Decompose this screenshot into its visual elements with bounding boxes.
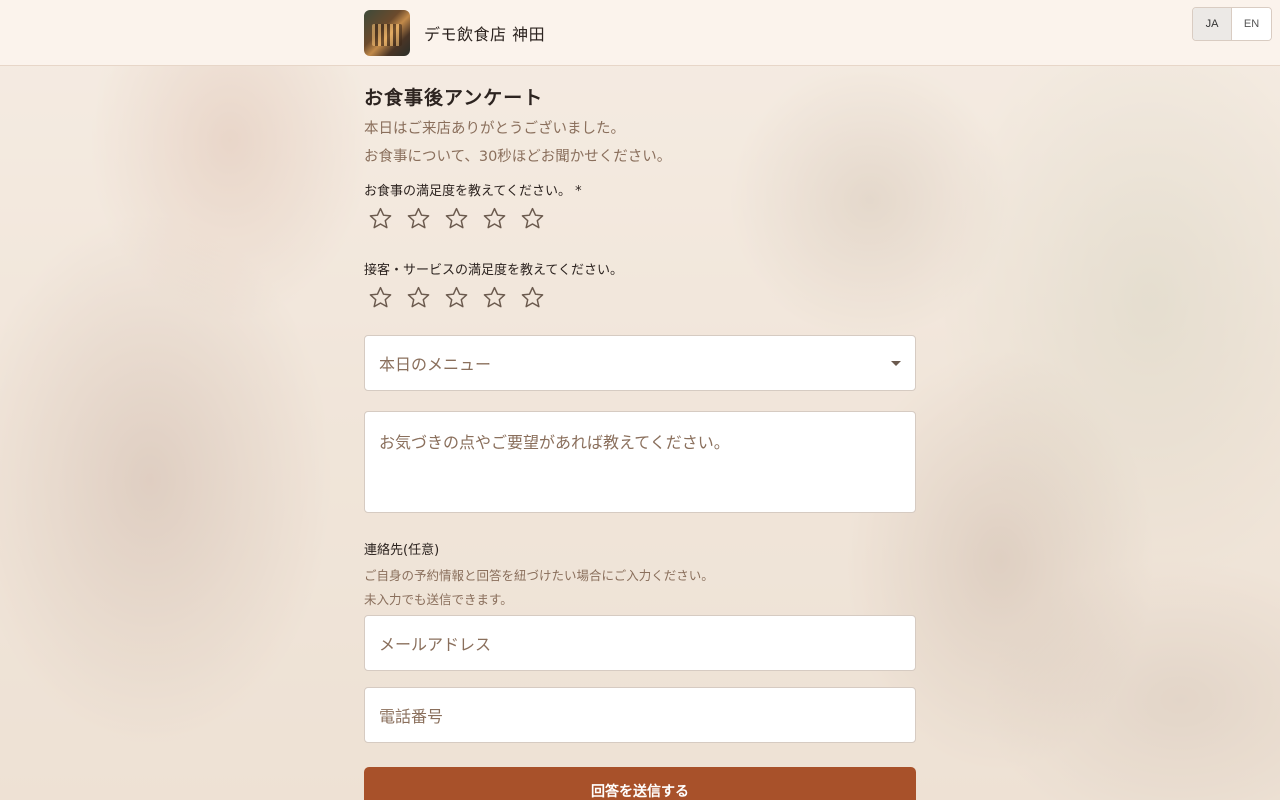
service-star-5-icon[interactable] xyxy=(520,285,545,310)
brand: デモ飲食店 神田 xyxy=(364,10,545,56)
background-overlay xyxy=(0,0,1280,800)
service-rating-label: 接客・サービスの満足度を教えてください。 xyxy=(364,263,623,278)
chevron-down-icon xyxy=(891,360,901,366)
food-rating-label: お食事の満足度を教えてください。 * xyxy=(364,184,582,199)
service-star-1-icon[interactable] xyxy=(368,285,393,310)
service-star-3-icon[interactable] xyxy=(444,285,469,310)
food-star-3-icon[interactable] xyxy=(444,206,469,231)
restaurant-photo-icon xyxy=(364,10,410,56)
comment-textarea[interactable]: お気づきの点やご要望があれば教えてください。 xyxy=(364,411,916,513)
lang-ja-button[interactable]: JA xyxy=(1193,8,1232,40)
food-star-1-icon[interactable] xyxy=(368,206,393,231)
comment-placeholder: お気づきの点やご要望があれば教えてください。 xyxy=(379,433,730,452)
page-title: お食事後アンケート xyxy=(364,87,544,109)
email-field[interactable]: メールアドレス xyxy=(364,615,916,671)
food-star-2-icon[interactable] xyxy=(406,206,431,231)
food-rating-stars xyxy=(368,206,545,231)
phone-placeholder: 電話番号 xyxy=(379,707,444,726)
contact-note-1: ご自身の予約情報と回答を紐づけたい場合にご入力ください。 xyxy=(364,568,714,583)
menu-select-value: 本日のメニュー xyxy=(379,355,492,374)
contact-note-2: 未入力でも送信できます。 xyxy=(364,592,513,607)
service-star-4-icon[interactable] xyxy=(482,285,507,310)
intro-text-2: お食事について、30秒ほどお聞かせください。 xyxy=(364,149,672,165)
phone-field[interactable]: 電話番号 xyxy=(364,687,916,743)
food-star-4-icon[interactable] xyxy=(482,206,507,231)
restaurant-name: デモ飲食店 神田 xyxy=(424,25,546,44)
food-star-5-icon[interactable] xyxy=(520,206,545,231)
language-switcher: JA EN xyxy=(1192,7,1272,41)
lang-en-button[interactable]: EN xyxy=(1232,8,1271,40)
contact-section-title: 連絡先(任意) xyxy=(364,543,440,558)
submit-button[interactable]: 回答を送信する xyxy=(364,767,916,800)
menu-select[interactable]: 本日のメニュー xyxy=(364,335,916,391)
service-star-2-icon[interactable] xyxy=(406,285,431,310)
service-rating-stars xyxy=(368,285,545,310)
email-placeholder: メールアドレス xyxy=(379,635,492,654)
top-bar: デモ飲食店 神田 JA EN xyxy=(0,0,1280,66)
intro-text-1: 本日はご来店ありがとうございました。 xyxy=(364,121,625,137)
